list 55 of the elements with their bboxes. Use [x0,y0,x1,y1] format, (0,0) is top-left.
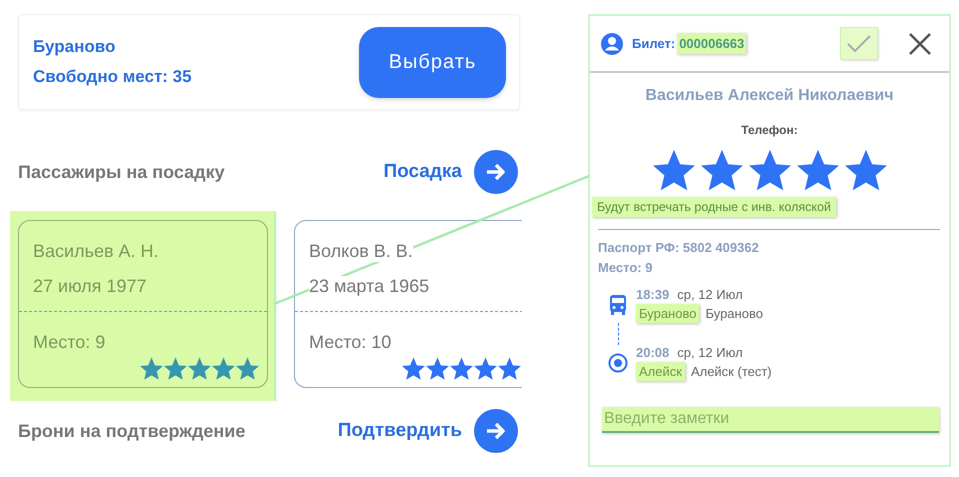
seat-text: Место: 9 [597,260,654,275]
section-title: Пассажиры на посадку [18,162,225,182]
ticket-label: Билет: [632,36,676,51]
stop-name: Бураново [636,304,700,323]
confirm-check-button[interactable] [841,28,877,59]
free-seats-text: Свободно мест: 35 [33,67,192,87]
star-icon [474,357,497,380]
passenger-card[interactable]: Васильев А. Н. 27 июля 1977 Место: 9 [18,220,268,388]
star-icon [796,149,838,191]
star-icon [212,357,235,380]
birth-date: 27 июля 1977 [32,276,148,297]
star-icon [652,149,694,191]
notes-field[interactable]: Введите заметки [602,407,939,433]
close-button[interactable] [907,30,933,56]
passport-text: Паспорт РФ: 5802 409362 [597,240,760,255]
star-icon [498,357,521,380]
passenger-name: Васильев А. Н. [32,241,160,262]
check-icon [846,34,872,54]
ticket-number: 000006663 [677,33,746,54]
confirm-link[interactable]: Подтвердить [338,420,462,442]
passenger-card[interactable]: Волков В. В. 23 марта 1965 Место: 10 [294,220,522,388]
date-text: ср, 12 Июл [677,345,743,360]
place-text: Алейск (тест) [690,364,772,379]
date-text: ср, 12 Июл [677,287,743,302]
passenger-full-name: Васильев Алексей Николаевич [644,87,895,105]
seat-number: Место: 9 [32,332,106,353]
boarding-link[interactable]: Посадка [383,161,462,183]
user-icon [600,32,624,56]
birth-date: 23 марта 1965 [309,276,430,297]
star-icon [700,149,742,191]
bus-icon [610,295,626,315]
arrow-icon [485,421,507,441]
place-text: Бураново [705,306,763,321]
star-icon [236,357,259,380]
arrow-icon [485,162,507,182]
station-name: Бураново [33,37,116,57]
select-button[interactable]: Выбрать [359,26,506,98]
star-icon [188,357,211,380]
stop-name: Алейск [636,362,685,381]
location-marker-icon [608,353,628,373]
passenger-note: Будут встречать родные с инв. коляской [592,197,836,217]
time-text: 20:08 [636,345,670,360]
star-icon [748,149,790,191]
arrow-button[interactable] [474,150,518,194]
star-icon [402,357,425,380]
star-icon [426,357,449,380]
star-icon [450,357,473,380]
arrow-button[interactable] [474,409,518,453]
star-icon [164,357,187,380]
star-icon [140,357,163,380]
phone-label: Телефон: [740,123,799,137]
close-icon [907,30,933,56]
star-icon [844,149,886,191]
section-title: Брони на подтверждение [18,420,246,442]
time-text: 18:39 [636,287,670,302]
